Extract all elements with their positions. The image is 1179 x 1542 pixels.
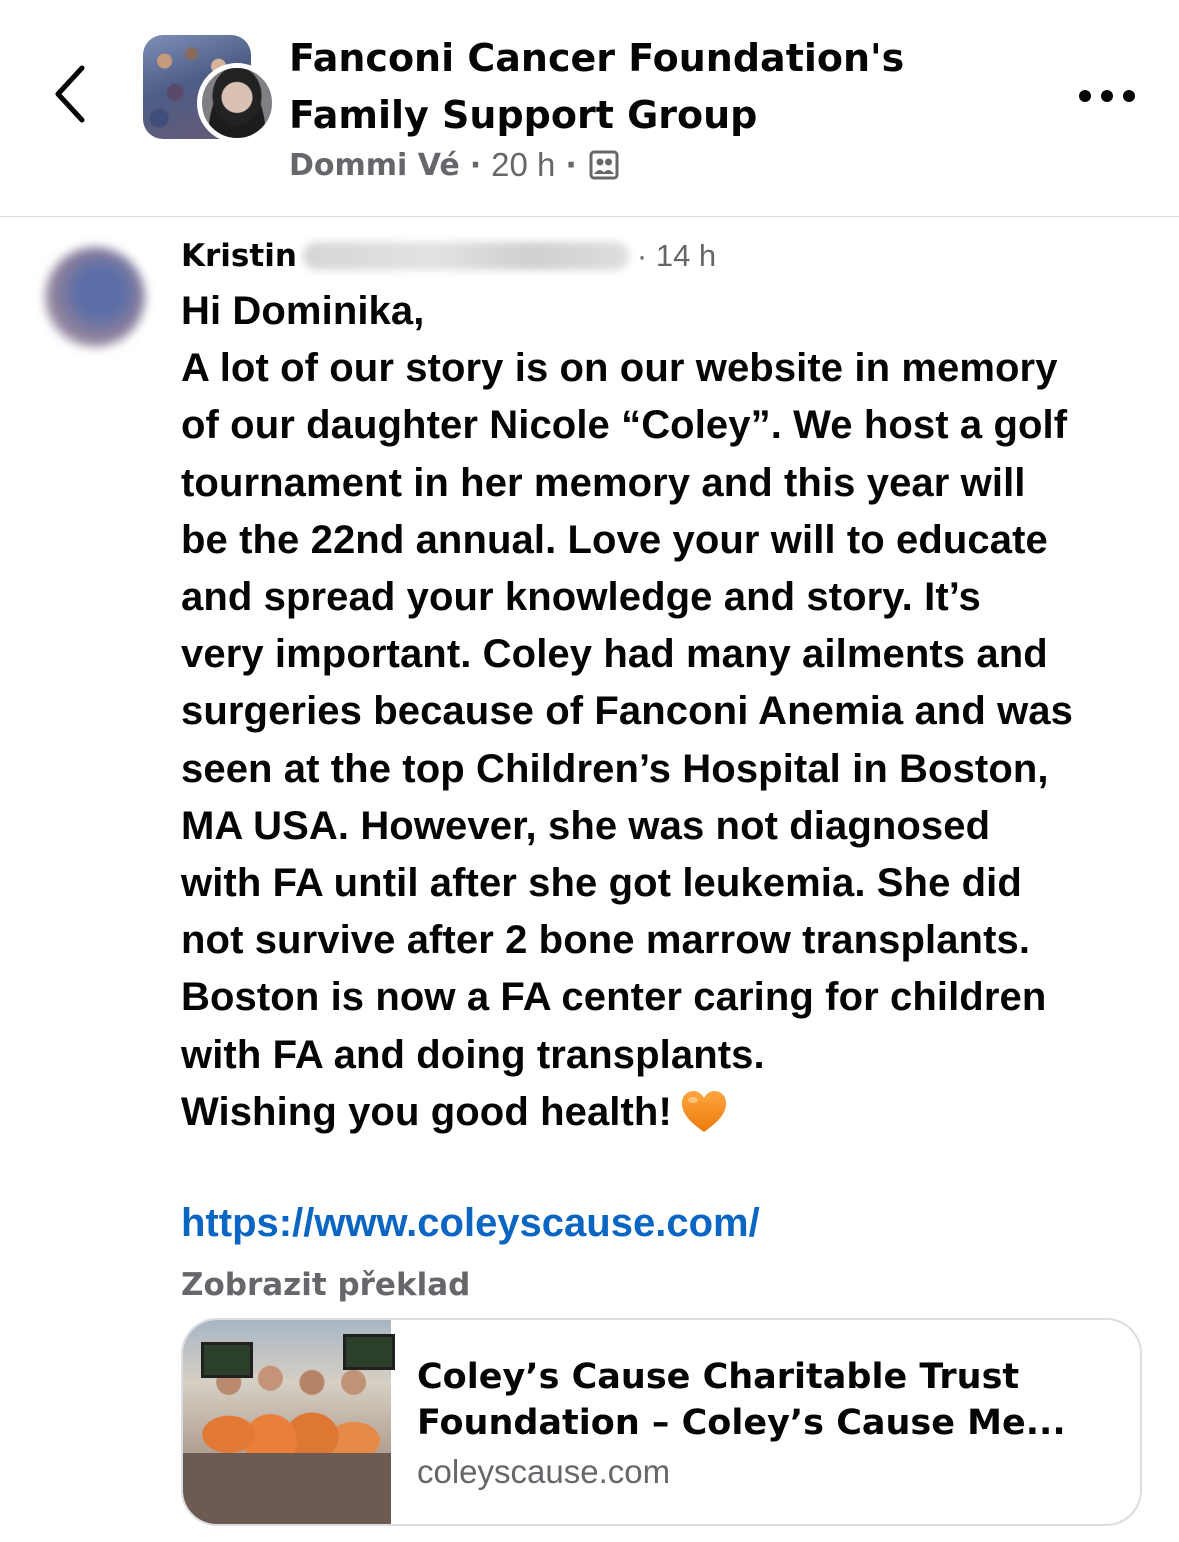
- poster-avatar[interactable]: [197, 63, 277, 143]
- group-name-line2: Family Support Group: [289, 93, 758, 137]
- show-translation-link[interactable]: Zobrazit překlad: [181, 1263, 470, 1307]
- commenter-name[interactable]: Kristin: [181, 238, 297, 274]
- comment-author-row: Kristin · 14 h: [181, 232, 716, 280]
- link-preview-domain: coleyscause.com: [417, 1453, 671, 1490]
- comment-line: Hi Dominika,: [181, 289, 425, 333]
- comment-line: not survive after 2 bone marrow transpla…: [181, 918, 1031, 963]
- link-preview-title-line2: Foundation – Coley’s Cause Me...: [417, 1403, 1066, 1443]
- chevron-left-icon: [55, 65, 85, 123]
- comment-line: seen at the top Children’s Hospital in B…: [181, 746, 1049, 791]
- group-members-icon: [589, 150, 619, 180]
- comment-line: MA USA. However, she was not diagnosed: [181, 803, 991, 848]
- meta-separator: ·: [469, 147, 482, 183]
- commenter-avatar[interactable]: [45, 247, 145, 347]
- more-dots-icon: [1079, 90, 1135, 102]
- link-preview-title: Coley’s Cause Charitable Trust Foundatio…: [417, 1354, 1117, 1446]
- link-preview-card[interactable]: Coley’s Cause Charitable Trust Foundatio…: [181, 1318, 1142, 1526]
- website-link[interactable]: https://www.coleyscause.com/: [181, 1196, 760, 1250]
- link-preview-title-line1: Coley’s Cause Charitable Trust: [417, 1357, 1020, 1397]
- post-time[interactable]: 20 h: [491, 146, 555, 184]
- comment-line: Boston is now a FA center caring for chi…: [181, 975, 1047, 1020]
- redacted-surname: [302, 242, 629, 270]
- comment-line: A lot of our story is on our website in …: [181, 346, 1058, 391]
- comment-last-line: Wishing you good health!: [181, 1084, 1151, 1141]
- comment-line-text: Wishing you good health!: [181, 1089, 672, 1134]
- more-options-button[interactable]: [1075, 82, 1139, 110]
- comment-line: and spread your knowledge and story. It’…: [181, 575, 981, 620]
- group-name-line1: Fanconi Cancer Foundation's: [289, 36, 905, 80]
- comment-line: with FA until after she got leukemia. Sh…: [181, 861, 1022, 906]
- comment-line: of our daughter Nicole “Coley”. We host …: [181, 403, 1068, 448]
- comment-line: tournament in her memory and this year w…: [181, 460, 1026, 505]
- poster-name[interactable]: Dommi Vé: [289, 148, 460, 183]
- meta-separator-2: ·: [565, 147, 577, 183]
- post-meta: Dommi Vé · 20 h ·: [289, 143, 619, 187]
- tv-screen-right: [343, 1334, 395, 1370]
- group-name[interactable]: Fanconi Cancer Foundation's Family Suppo…: [289, 30, 1009, 144]
- comment-line: very important. Coley had many ailments …: [181, 632, 1048, 677]
- comment-line: surgeries because of Fanconi Anemia and …: [181, 689, 1073, 734]
- comment-text: Hi Dominika, A lot of our story is on ou…: [181, 283, 1151, 1141]
- orange-heart-icon: [680, 1090, 728, 1134]
- link-preview-image: [183, 1320, 395, 1524]
- comment-line: with FA and doing transplants.: [181, 1032, 765, 1077]
- tv-screen-left: [201, 1342, 253, 1378]
- comment-time[interactable]: · 14 h: [637, 238, 716, 274]
- comment-line: be the 22nd annual. Love your will to ed…: [181, 517, 1048, 562]
- post-header: Fanconi Cancer Foundation's Family Suppo…: [0, 0, 1179, 217]
- back-button[interactable]: [44, 58, 100, 130]
